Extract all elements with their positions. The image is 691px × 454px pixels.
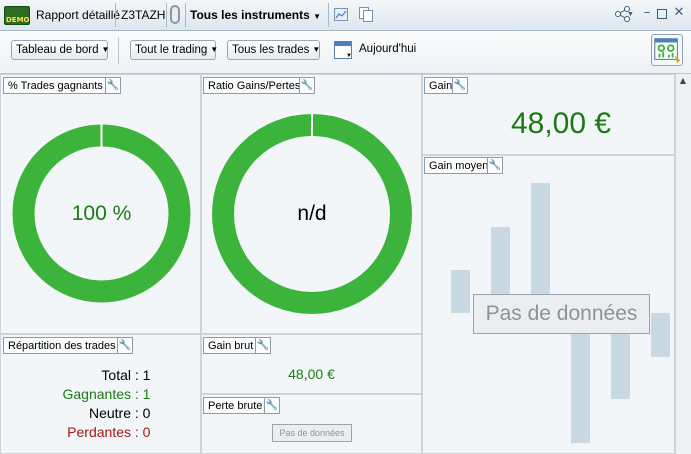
gain-value: 48,00 € [510, 107, 612, 140]
close-icon[interactable]: ✕ [673, 6, 685, 19]
wrench-icon[interactable]: 🔧 [105, 77, 121, 94]
gross-gain-value: 48,00 € [288, 366, 335, 382]
distribution-separator: : [131, 424, 143, 440]
placeholder-bar [651, 313, 670, 357]
wrench-icon[interactable]: 🔧 [264, 397, 280, 414]
panel-title: Gain brut [203, 337, 259, 354]
chart-window-icon[interactable] [334, 7, 348, 22]
account-label[interactable]: Z3TAZH [121, 8, 165, 22]
wrench-icon[interactable]: 🔧 [117, 337, 133, 354]
distribution-label: Neutre [88, 405, 131, 421]
distribution-row: Total : 1 [0, 366, 201, 385]
distribution-separator: : [131, 405, 143, 421]
distribution-value: 0 [142, 424, 151, 440]
maximize-icon[interactable] [657, 9, 667, 19]
chevron-down-icon: ▼ [313, 12, 322, 21]
instruments-dropdown[interactable]: Tous les instruments ▼ [190, 8, 321, 22]
vertical-scrollbar[interactable] [675, 74, 691, 454]
placeholder-bar [611, 333, 630, 399]
no-data-label: Pas de données [272, 424, 352, 442]
distribution-row: Neutre : 0 [0, 404, 201, 423]
panel-title: Répartition des trades [3, 337, 121, 354]
panel-title: % Trades gagnants [3, 77, 108, 94]
wrench-icon[interactable]: 🔧 [299, 77, 315, 94]
distribution-separator: : [131, 386, 143, 402]
divider [185, 3, 186, 27]
distribution-row: Perdantes : 0 [0, 423, 201, 442]
date-label[interactable]: Aujourd'hui [359, 43, 416, 55]
winning-percentage: 100 % [71, 202, 132, 225]
distribution-value: 1 [142, 386, 151, 402]
chevron-down-icon: ▼ [101, 45, 110, 54]
divider [166, 3, 167, 27]
trades-dropdown-label: Tous les trades [232, 44, 310, 56]
distribution-label: Perdantes [67, 424, 131, 440]
calendar-chevron-icon[interactable]: ▼ [346, 53, 352, 59]
wrench-icon[interactable]: 🔧 [255, 337, 271, 354]
demo-logo-icon: DEMO [4, 6, 30, 25]
report-title[interactable]: Rapport détaillé [36, 8, 120, 22]
distribution-label: Total [101, 367, 131, 383]
share-chevron-icon[interactable]: ▼ [627, 11, 634, 18]
panel-title: Gain moyen [424, 157, 494, 174]
panel-title: Perte brute [203, 397, 268, 414]
trades-dropdown[interactable]: Tous les trades ▼ [227, 40, 320, 60]
chevron-down-icon: ▼ [312, 45, 321, 54]
placeholder-bar [571, 333, 590, 443]
chevron-down-icon: ▼ [210, 45, 219, 54]
view-dropdown[interactable]: Tableau de bord ▼ [11, 40, 110, 60]
minimize-icon[interactable]: – [641, 6, 653, 19]
distribution-value: 1 [142, 367, 151, 383]
divider [115, 3, 116, 27]
divider [328, 3, 329, 27]
view-dropdown-label: Tableau de bord [16, 44, 99, 56]
distribution-list: Total : 1 Gagnantes : 1 Neutre : 0 Perdante… [0, 366, 201, 442]
trading-dropdown-label: Tout le trading [135, 44, 208, 56]
divider [118, 38, 119, 64]
wrench-icon[interactable]: 🔧 [487, 157, 503, 174]
trading-dropdown[interactable]: Tout le trading ▼ [130, 40, 219, 60]
distribution-label: Gagnantes [62, 386, 132, 402]
placeholder-bar [451, 270, 470, 313]
no-data-label: Pas de données [473, 294, 650, 334]
distribution-separator: : [131, 367, 143, 383]
dashboard-settings-icon[interactable] [651, 34, 683, 66]
panel-title: Ratio Gains/Pertes [203, 77, 306, 94]
distribution-value: 0 [142, 405, 151, 421]
link-icon[interactable] [170, 5, 180, 24]
distribution-row: Gagnantes : 1 [0, 385, 201, 404]
demo-badge-text: DEMO [6, 16, 30, 24]
wrench-icon[interactable]: 🔧 [452, 77, 468, 94]
copy-icon[interactable] [359, 7, 373, 22]
instruments-label: Tous les instruments [190, 8, 310, 22]
ratio-value: n/d [297, 202, 327, 225]
scroll-up-arrow-icon[interactable]: ▲ [676, 76, 690, 88]
